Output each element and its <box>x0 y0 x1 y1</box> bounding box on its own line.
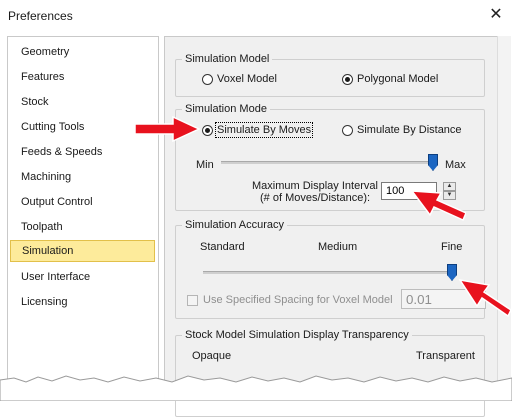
slider-min-label: Min <box>196 159 214 171</box>
voxel-spacing-label: Use Specified Spacing for Voxel Model <box>203 294 393 306</box>
torn-edge <box>0 375 512 401</box>
voxel-model-radio[interactable]: Voxel Model <box>202 73 277 85</box>
group-title: Simulation Accuracy <box>182 218 288 232</box>
vertical-scrollbar[interactable] <box>497 36 511 396</box>
sidebar-item-geometry[interactable]: Geometry <box>10 41 155 63</box>
sidebar-item-simulation[interactable]: Simulation <box>10 240 155 262</box>
title-bar: Preferences ✕ <box>0 0 512 32</box>
annotation-arrow-icon <box>458 278 512 318</box>
radio-label: Voxel Model <box>217 73 277 85</box>
close-icon[interactable]: ✕ <box>487 5 505 25</box>
sidebar-item-user-interface[interactable]: User Interface <box>10 266 155 288</box>
max-display-interval-sublabel: (# of Moves/Distance): <box>260 192 371 204</box>
radio-circle <box>202 73 213 85</box>
polygonal-model-radio[interactable]: Polygonal Model <box>342 73 438 85</box>
opaque-label: Opaque <box>192 350 232 362</box>
max-display-interval-label: Maximum Display Interval <box>252 180 378 192</box>
radio-label: Polygonal Model <box>357 73 439 85</box>
group-title: Stock Model Simulation Display Transpare… <box>182 328 412 342</box>
preferences-category-list: Geometry Features Stock Cutting Tools Fe… <box>7 36 159 398</box>
display-speed-slider-track[interactable] <box>221 161 437 164</box>
sidebar-item-feeds-speeds[interactable]: Feeds & Speeds <box>10 141 155 163</box>
simulate-by-moves-radio[interactable]: Simulate By Moves <box>202 122 314 138</box>
standard-label: Standard <box>200 241 245 253</box>
fine-label: Fine <box>441 241 463 253</box>
transparent-label: Transparent <box>416 350 475 362</box>
voxel-spacing-checkbox[interactable] <box>187 295 198 306</box>
simulate-by-distance-radio[interactable]: Simulate By Distance <box>342 124 462 136</box>
radio-circle <box>202 124 213 136</box>
accuracy-slider-track[interactable] <box>203 271 457 274</box>
sidebar-item-toolpath[interactable]: Toolpath <box>10 216 155 238</box>
sidebar-item-stock[interactable]: Stock <box>10 91 155 113</box>
display-speed-slider-thumb[interactable] <box>428 154 438 171</box>
window-title: Preferences <box>8 9 73 23</box>
simulation-accuracy-group: Simulation Accuracy Standard Medium Fine… <box>175 218 486 319</box>
annotation-arrow-icon <box>410 190 466 221</box>
slider-max-label: Max <box>445 159 466 171</box>
radio-circle <box>342 73 353 85</box>
sidebar-item-licensing[interactable]: Licensing <box>10 291 155 313</box>
simulation-model-group: Simulation Model Voxel Model Polygonal M… <box>175 52 485 97</box>
radio-circle <box>342 124 353 136</box>
radio-label: Simulate By Moves <box>214 122 314 138</box>
sidebar-item-output-control[interactable]: Output Control <box>10 191 155 213</box>
sidebar-item-machining[interactable]: Machining <box>10 166 155 188</box>
medium-label: Medium <box>318 241 358 253</box>
group-title: Simulation Model <box>182 52 273 66</box>
radio-label: Simulate By Distance <box>357 124 462 136</box>
sidebar-item-features[interactable]: Features <box>10 66 155 88</box>
annotation-arrow-icon <box>134 115 201 143</box>
